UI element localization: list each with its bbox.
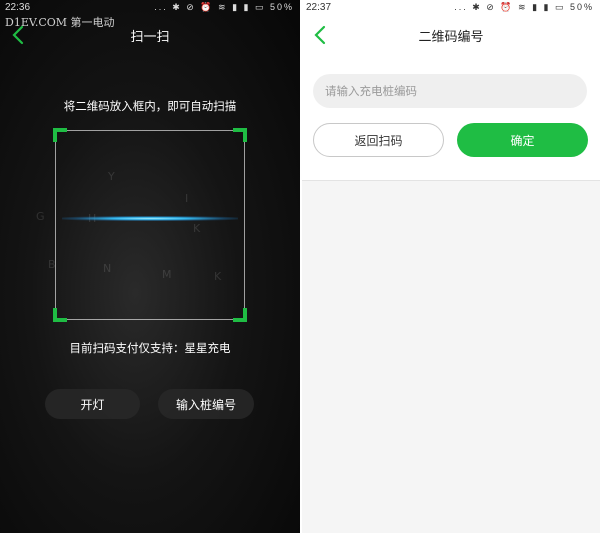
charger-code-input[interactable] [313, 74, 587, 108]
frame-corner-top-right [233, 128, 247, 142]
confirm-button[interactable]: 确定 [457, 123, 588, 157]
scan-frame [55, 130, 245, 320]
frame-corner-top-left [53, 128, 67, 142]
status-icons: ... ✱ ⊘ ⏰ ≋ ▮ ▮ ▭ 50% [154, 2, 294, 12]
scan-screen: Y I H K N M K G B 22:36 ... ✱ ⊘ ⏰ ≋ ▮ ▮ … [0, 0, 300, 533]
status-time: 22:36 [5, 2, 31, 13]
status-bar: 22:37 ... ✱ ⊘ ⏰ ≋ ▮ ▮ ▭ 50% [302, 0, 600, 16]
scan-line [62, 216, 238, 221]
flashlight-button[interactable]: 开灯 [45, 389, 140, 419]
code-entry-panel: 二维码编号 返回扫码 确定 [302, 16, 600, 181]
status-time: 22:37 [306, 2, 332, 13]
page-title: 二维码编号 [418, 30, 484, 45]
scan-hint: 将二维码放入框内，即可自动扫描 [63, 99, 237, 113]
status-icons: ... ✱ ⊘ ⏰ ≋ ▮ ▮ ▭ 50% [454, 2, 594, 12]
support-text: 目前扫码支付仅支持：星星充电 [69, 341, 231, 355]
back-to-scan-button[interactable]: 返回扫码 [313, 123, 444, 157]
frame-corner-bottom-left [53, 308, 67, 322]
page-title: 扫一扫 [130, 30, 170, 45]
frame-corner-bottom-right [233, 308, 247, 322]
code-entry-screen: 22:37 ... ✱ ⊘ ⏰ ≋ ▮ ▮ ▭ 50% 二维码编号 返回扫码 确… [302, 0, 600, 533]
enter-code-button[interactable]: 输入桩编号 [158, 389, 254, 419]
